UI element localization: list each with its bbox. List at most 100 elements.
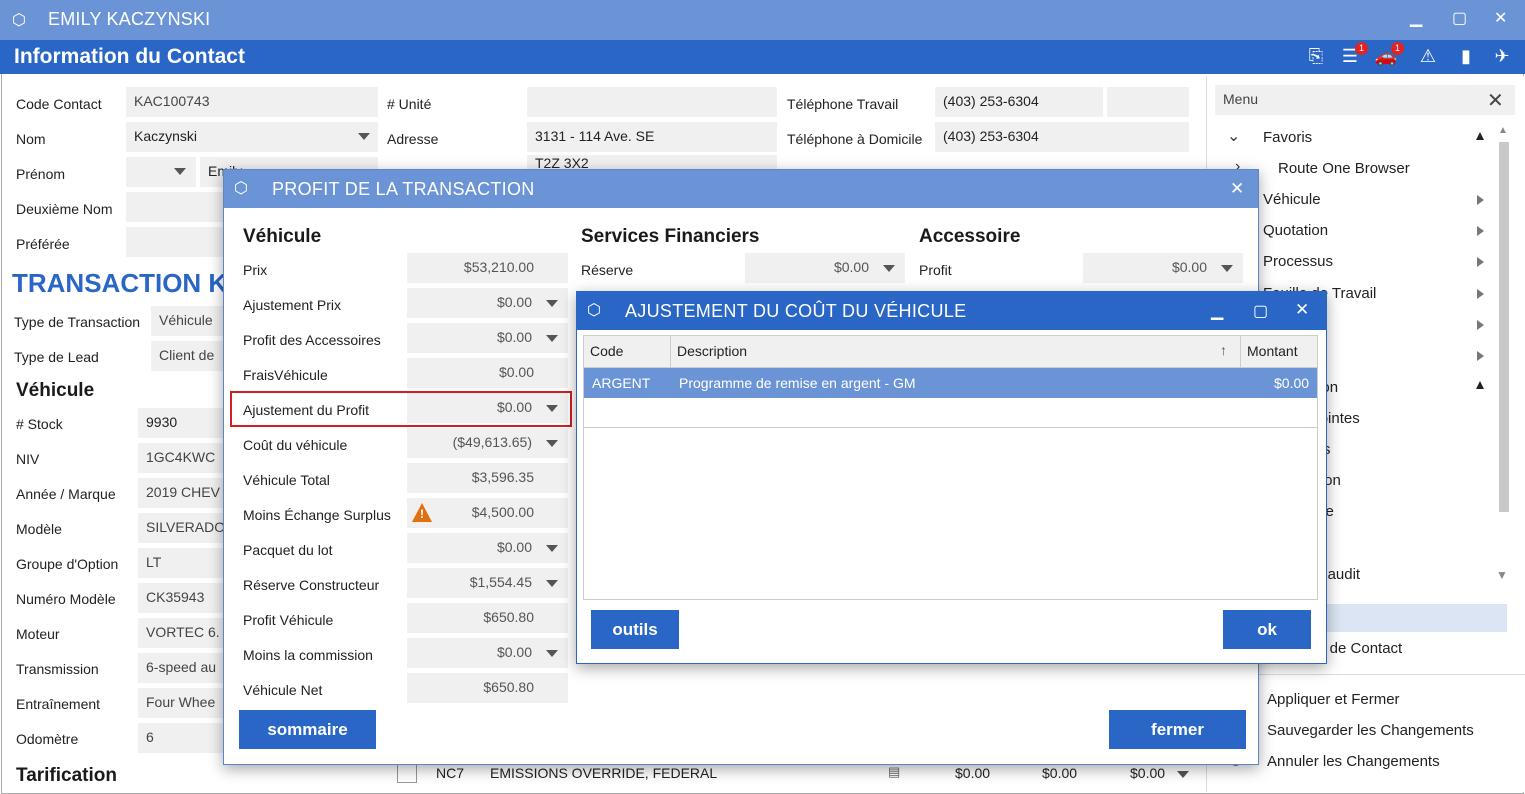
table-row[interactable]: ARGENT Programme de remise en argent - G… [584, 368, 1317, 398]
unite-field[interactable] [527, 87, 777, 117]
profit-row-value[interactable]: $3,596.35 [407, 463, 568, 493]
chevron-down-icon[interactable] [546, 440, 558, 447]
profit-row-label: FraisVéhicule [243, 367, 328, 383]
sommaire-button[interactable]: sommaire [239, 710, 376, 749]
profit-dialog-header: ⬡ PROFIT DE LA TRANSACTION ✕ [224, 170, 1258, 208]
profit-row-value[interactable]: $0.00 [407, 638, 568, 668]
vehicle-field-value[interactable]: Four Whee [138, 688, 224, 718]
profit-row-value[interactable]: $53,210.00 [407, 253, 568, 283]
acc-profit-field[interactable]: $0.00 [1083, 253, 1243, 283]
vehicle-field-value[interactable]: 9930 [138, 408, 224, 438]
vehicle-field-value[interactable]: 6 [138, 723, 224, 753]
expand-right-icon[interactable] [1477, 226, 1484, 236]
expand-right-icon[interactable] [1477, 351, 1484, 361]
vehicle-field-value[interactable]: LT [138, 548, 224, 578]
car-icon[interactable]: 🚗 1 [1374, 42, 1404, 67]
scroll-up-arrow-icon[interactable]: ▲ [1498, 125, 1508, 136]
nom-dropdown[interactable]: Kaczynski [126, 122, 378, 152]
code-contact-label: Code Contact [16, 96, 102, 112]
type-transaction-field[interactable]: Véhicule [151, 306, 231, 336]
scroll-down-arrow-icon[interactable]: ▼ [1496, 568, 1508, 582]
menu-item[interactable]: Favoris [1263, 129, 1312, 146]
chevron-down-icon[interactable] [546, 650, 558, 657]
close-icon[interactable]: ✕ [1295, 300, 1309, 320]
type-lead-field[interactable]: Client de [151, 341, 231, 371]
vehicle-badge: 1 [1391, 42, 1404, 55]
note-icon[interactable]: ▤ [888, 764, 900, 780]
chart-icon[interactable]: ▮ [1454, 46, 1478, 67]
sort-up-icon[interactable]: ↑ [1220, 342, 1227, 358]
vehicle-field-value[interactable]: 6-speed au [138, 653, 224, 683]
menu-item[interactable]: Processus [1263, 253, 1333, 270]
cube-icon: ⬡ [234, 180, 248, 197]
profit-row-value[interactable]: ($49,613.65) [407, 428, 568, 458]
chevron-down-icon[interactable] [1177, 771, 1189, 778]
chevron-down-icon[interactable] [883, 265, 895, 272]
transaction-title: TRANSACTION K [12, 268, 228, 298]
warning-icon[interactable]: ⚠ [1416, 46, 1440, 67]
tel-domicile-field[interactable]: (403) 253-6304 [935, 122, 1189, 152]
expand-right-icon[interactable] [1477, 257, 1484, 267]
code-contact-field[interactable]: KAC100743 [126, 87, 378, 117]
tel-travail-field[interactable]: (403) 253-6304 [935, 87, 1103, 117]
profit-row-value[interactable]: $0.00 [407, 358, 568, 388]
type-transaction-label: Type de Transaction [14, 314, 141, 330]
menu-item[interactable]: Véhicule [1263, 191, 1321, 208]
row-checkbox[interactable] [397, 763, 417, 783]
tel-travail-ext-field[interactable] [1107, 87, 1189, 117]
chevron-down-icon[interactable] [174, 168, 186, 175]
close-menu-icon[interactable]: ✕ [1487, 88, 1504, 113]
chevron-down-icon[interactable] [1221, 265, 1233, 272]
menu-action[interactable]: Sauvegarder les Changements [1267, 722, 1474, 739]
ok-button[interactable]: ok [1223, 610, 1311, 649]
menu-action[interactable]: Annuler les Changements [1267, 753, 1440, 770]
collapse-icon[interactable] [1476, 132, 1484, 140]
menu-scrollbar[interactable] [1499, 142, 1509, 512]
accessibility-icon[interactable]: ✈ [1490, 46, 1514, 67]
minimize-icon[interactable]: ▁ [1211, 301, 1223, 321]
col-montant-header[interactable]: Montant [1247, 343, 1298, 359]
minimize-icon[interactable]: ▁ [1410, 8, 1422, 28]
close-icon[interactable]: ✕ [1230, 179, 1244, 199]
profit-row-value[interactable]: $0.00 [407, 288, 568, 318]
preferee-label: Préférée [16, 236, 70, 252]
close-icon[interactable]: ✕ [1494, 8, 1507, 28]
expand-right-icon[interactable] [1477, 320, 1484, 330]
chevron-down-icon[interactable] [546, 300, 558, 307]
chevron-down-icon[interactable] [546, 580, 558, 587]
profit-row-value[interactable]: $1,554.45 [407, 568, 568, 598]
maximize-icon[interactable]: ▢ [1253, 301, 1268, 321]
vehicle-field-value[interactable]: CK35943 [138, 583, 224, 613]
col-code-header[interactable]: Code [590, 343, 623, 359]
highlight-ajustement-profit [230, 391, 572, 427]
adresse-field[interactable]: 3131 - 114 Ave. SE [527, 122, 777, 152]
reserve-label: Réserve [581, 262, 634, 278]
profit-row-value[interactable]: $0.00 [407, 533, 568, 563]
menu-action[interactable]: Appliquer et Fermer [1267, 691, 1400, 708]
outils-button[interactable]: outils [591, 610, 679, 649]
menu-item[interactable]: Quotation [1263, 222, 1328, 239]
tasks-icon[interactable]: ☰ 1 [1338, 42, 1368, 67]
document-icon[interactable]: ⎘ [1304, 46, 1328, 67]
menu-search-input[interactable]: Menu [1215, 85, 1515, 115]
fermer-button[interactable]: fermer [1109, 710, 1246, 749]
chevron-down-icon[interactable]: ⌄ [1227, 126, 1240, 146]
vehicle-field-value[interactable]: SILVERADO [138, 513, 224, 543]
profit-row-value[interactable]: $0.00 [407, 323, 568, 353]
maximize-icon[interactable]: ▢ [1452, 8, 1467, 28]
collapse-icon[interactable] [1476, 381, 1484, 389]
profit-row-value[interactable]: $650.80 [407, 603, 568, 633]
expand-right-icon[interactable] [1477, 195, 1484, 205]
vehicle-field-value[interactable]: 1GC4KWC [138, 443, 224, 473]
vehicle-field-value[interactable]: VORTEC 6. [138, 618, 224, 648]
chevron-down-icon[interactable] [546, 545, 558, 552]
chevron-down-icon[interactable] [358, 133, 370, 140]
expand-right-icon[interactable] [1477, 289, 1484, 299]
profit-row-value[interactable]: $650.80 [407, 673, 568, 703]
col-description-header[interactable]: Description [677, 343, 747, 359]
postal-field[interactable]: T2Z 3X2 [527, 155, 777, 169]
chevron-down-icon[interactable] [546, 335, 558, 342]
menu-item[interactable]: Route One Browser [1278, 160, 1410, 177]
vehicle-field-value[interactable]: 2019 CHEV [138, 478, 224, 508]
reserve-field[interactable]: $0.00 [745, 253, 905, 283]
